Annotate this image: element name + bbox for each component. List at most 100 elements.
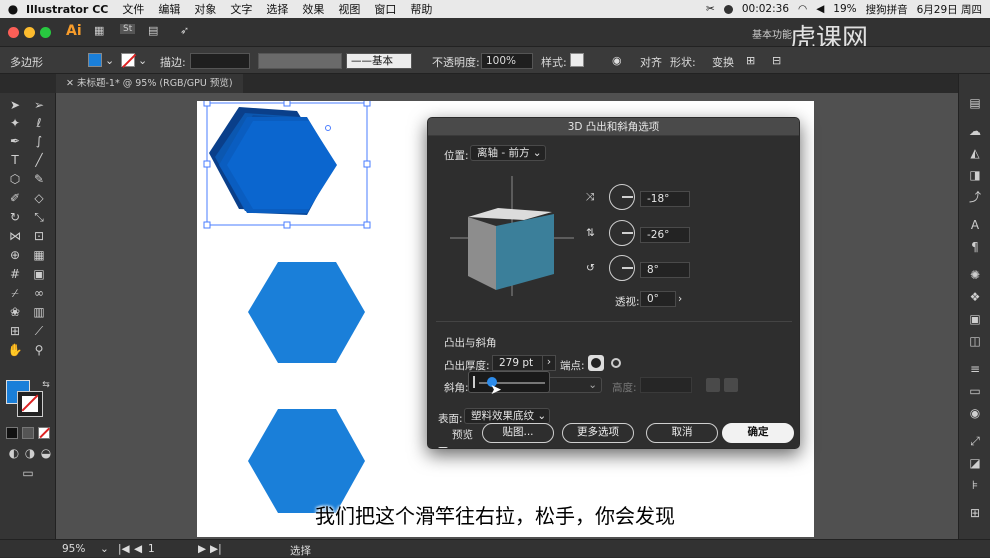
stroke-weight-field[interactable]	[190, 53, 250, 69]
width-tool-icon[interactable]: ⋈	[7, 228, 23, 244]
lasso-icon[interactable]: ℓ	[31, 115, 47, 131]
menu-select[interactable]: 选择	[266, 1, 288, 17]
menu-edit[interactable]: 编辑	[158, 1, 180, 17]
polygon-tool-icon[interactable]: ⬡	[7, 171, 23, 187]
pen-tool-icon[interactable]: ✒	[7, 133, 23, 149]
isolate-icon[interactable]: ⊞	[746, 54, 755, 67]
stroke-swatch[interactable]	[121, 53, 136, 68]
paragraph-icon[interactable]: ¶	[968, 240, 982, 254]
bevel-slider-popup[interactable]: ➤	[468, 371, 550, 398]
color-guide-icon[interactable]: ❖	[968, 290, 982, 304]
depth-arrow-icon[interactable]: ›	[542, 355, 556, 371]
scissors-icon[interactable]: ✂	[706, 3, 715, 15]
menu-window[interactable]: 窗口	[374, 1, 396, 17]
layers-icon[interactable]: ◭	[968, 146, 982, 160]
none-mode-icon[interactable]	[38, 427, 50, 439]
stroke-dropdown-icon[interactable]: ⌄	[138, 54, 147, 67]
depth-field[interactable]: 279 pt	[492, 355, 544, 371]
record-icon[interactable]	[723, 4, 733, 14]
character-icon[interactable]: A	[968, 218, 982, 232]
gradient-mode-icon[interactable]	[22, 427, 34, 439]
zoom-tool-icon[interactable]: ⚲	[31, 342, 47, 358]
arrange-icon[interactable]: ▤	[148, 24, 158, 37]
brush-style-select[interactable]: ——基本	[346, 53, 412, 69]
draw-inside-icon[interactable]: ◒	[38, 445, 54, 461]
document-tab[interactable]: ✕ 未标题-1* @ 95% (RGB/GPU 预览)	[56, 74, 243, 93]
selection-tool-icon[interactable]: ➤	[7, 97, 23, 113]
align-panel-icon[interactable]: ⊧	[968, 478, 982, 492]
variable-width-field[interactable]	[258, 53, 342, 69]
stroke-panel-icon[interactable]: ≡	[968, 362, 982, 376]
bridge-icon[interactable]: ▦	[94, 24, 104, 37]
perspective-grid-icon[interactable]: ▦	[31, 247, 47, 263]
first-artboard-icon[interactable]: |◀	[118, 543, 130, 555]
mesh-tool-icon[interactable]: #	[7, 266, 23, 282]
asset-export-icon[interactable]: ⤴	[968, 190, 982, 204]
recolor-icon[interactable]: ◉	[612, 54, 622, 67]
hexagon-bottom[interactable]	[248, 409, 365, 513]
graphic-style-swatch[interactable]	[570, 53, 584, 67]
input-method[interactable]: 搜狗拼音	[866, 2, 908, 17]
menu-object[interactable]: 对象	[194, 1, 216, 17]
rotate-y-field[interactable]: -26°	[640, 227, 690, 243]
menu-file[interactable]: 文件	[122, 1, 144, 17]
opacity-field[interactable]: 100%	[481, 53, 533, 69]
slice-tool-icon[interactable]: ⟋	[31, 323, 47, 339]
artboard-tool-icon[interactable]: ⊞	[7, 323, 23, 339]
export-icon[interactable]: ⤢	[968, 434, 982, 448]
minimize-window-icon[interactable]	[24, 27, 35, 38]
more-options-button[interactable]: 更多选项	[562, 423, 634, 443]
menu-text[interactable]: 文字	[230, 1, 252, 17]
gpu-performance-icon[interactable]: ➶	[180, 24, 189, 37]
rotate-x-dial[interactable]	[609, 184, 635, 210]
rotate-z-field[interactable]: 8°	[640, 262, 690, 278]
screen-mode-icon[interactable]: ▭	[20, 465, 36, 481]
color-mode-icon[interactable]	[6, 427, 18, 439]
stroke-color-box[interactable]	[17, 391, 43, 417]
free-transform-icon[interactable]: ⊡	[31, 228, 47, 244]
symbol-sprayer-icon[interactable]: ❀	[7, 304, 23, 320]
hexagon-middle[interactable]	[248, 262, 365, 363]
fill-swatch[interactable]	[88, 53, 102, 67]
perspective-field[interactable]: 0°	[640, 291, 676, 307]
rotate-x-field[interactable]: -18°	[640, 191, 690, 207]
position-select[interactable]: 离轴 - 前方 ⌄	[470, 145, 546, 161]
menu-view[interactable]: 视图	[338, 1, 360, 17]
type-tool-icon[interactable]: T	[7, 152, 23, 168]
navigator-icon[interactable]: ◪	[968, 456, 982, 470]
last-artboard-icon[interactable]: ▶|	[210, 543, 222, 555]
pathfinder-icon[interactable]: ◫	[968, 334, 982, 348]
transparency-icon[interactable]: ◉	[968, 406, 982, 420]
menu-help[interactable]: 帮助	[410, 1, 432, 17]
rotate-z-dial[interactable]	[609, 255, 635, 281]
magic-wand-icon[interactable]: ✦	[7, 115, 23, 131]
curvature-tool-icon[interactable]: ∫	[31, 133, 47, 149]
cc-libraries-icon[interactable]: ☁	[968, 124, 982, 138]
eraser-icon[interactable]: ◇	[31, 190, 47, 206]
cancel-button[interactable]: 取消	[646, 423, 718, 443]
shape-label[interactable]: 形状:	[670, 54, 696, 70]
zoom-dropdown-icon[interactable]: ⌄	[100, 543, 109, 555]
paintbrush-icon[interactable]: ✎	[31, 171, 47, 187]
draw-mode-icon[interactable]: ◐	[6, 445, 22, 461]
artboards-icon[interactable]: ◨	[968, 168, 982, 182]
gradient-tool-icon[interactable]: ▣	[31, 266, 47, 282]
fill-dropdown-icon[interactable]: ⌄	[105, 54, 114, 67]
next-artboard-icon[interactable]: ▶	[198, 543, 206, 555]
workspace-switcher[interactable]: 基本功能	[752, 26, 792, 41]
appearance-icon[interactable]: ✺	[968, 268, 982, 282]
artboard-number[interactable]: 1	[148, 543, 155, 555]
rotate-y-dial[interactable]	[609, 220, 635, 246]
align-label[interactable]: 对齐	[640, 54, 662, 70]
close-window-icon[interactable]	[8, 27, 19, 38]
extruded-hexagon[interactable]	[209, 107, 337, 215]
preview-checkbox[interactable]: ✓	[438, 447, 448, 448]
grid-icon[interactable]: ⊟	[772, 54, 781, 67]
gradient-panel-icon[interactable]: ▭	[968, 384, 982, 398]
swap-colors-icon[interactable]: ⇆	[38, 377, 54, 393]
zoom-level[interactable]: 95%	[62, 543, 85, 555]
rotate-tool-icon[interactable]: ↻	[7, 209, 23, 225]
surface-select[interactable]: 塑料效果底纹 ⌄	[464, 408, 550, 424]
eyedropper-icon[interactable]: ⌿	[7, 285, 23, 301]
blend-tool-icon[interactable]: ∞	[31, 285, 47, 301]
